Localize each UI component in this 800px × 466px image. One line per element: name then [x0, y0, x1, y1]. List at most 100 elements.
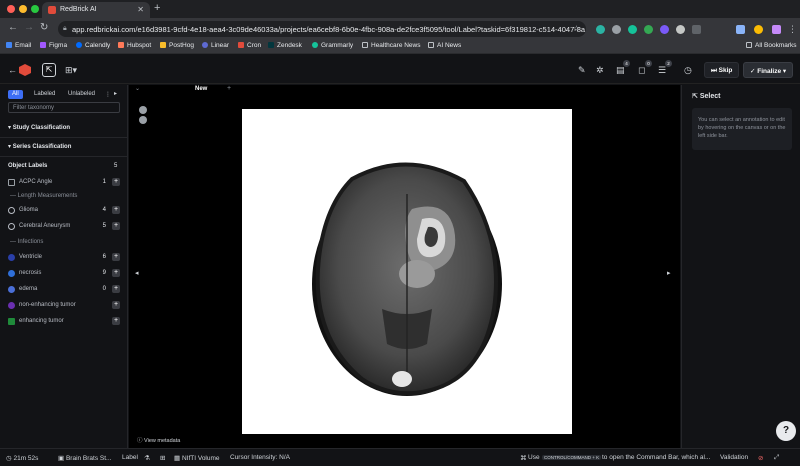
series-dropdown[interactable]: ⌄ [135, 85, 140, 92]
brush-icon[interactable]: ✎ [578, 65, 586, 76]
bookmark-email[interactable]: Email [6, 42, 31, 49]
extension-icon[interactable] [596, 25, 605, 34]
tab-all[interactable]: All [8, 90, 23, 99]
label-acpc-angle[interactable]: ACPC Angle 1 + [8, 178, 122, 188]
extensions-puzzle-icon[interactable] [692, 25, 701, 34]
browser-tab[interactable]: RedBrick AI ✕ [42, 2, 150, 18]
label-cerebral-aneurysm[interactable]: Cerebral Aneurysm 5 + [8, 222, 122, 232]
ct-slice-image[interactable] [242, 109, 572, 434]
image-viewer[interactable]: ⌄ New + ⓘ View metadata ◂ ▸ [129, 85, 680, 448]
add-label-button[interactable]: + [112, 285, 120, 293]
bookmark-calendly[interactable]: Calendly [76, 42, 110, 49]
close-tab-icon[interactable]: ✕ [137, 5, 144, 14]
cursor-tool-icon[interactable]: ⇱ [42, 63, 56, 77]
label-enhancing-tumor[interactable]: enhancing tumor + [8, 317, 122, 327]
timer: ◷ 21m 52s [6, 455, 39, 462]
browser-menu-icon[interactable]: ⋮ [788, 24, 797, 35]
add-label-button[interactable]: + [112, 301, 120, 309]
add-label-button[interactable]: + [112, 222, 120, 230]
study-classification-section[interactable]: ▾ Study Classification [8, 124, 70, 131]
email-icon [6, 42, 12, 48]
filter-taxonomy-input[interactable]: Filter taxonomy [8, 102, 120, 113]
layer-toggle-icon[interactable] [139, 106, 147, 114]
select-title: ⇱ Select [692, 93, 721, 100]
tab-more-icon[interactable]: ⋮ [101, 90, 115, 99]
taxonomy-panel: All Labeled Unlabeled ⋮ ▸ Filter taxonom… [0, 85, 137, 448]
validation-label[interactable]: Validation [720, 454, 748, 461]
back-icon[interactable]: ← [8, 22, 18, 33]
add-label-button[interactable]: + [112, 269, 120, 277]
tool-icon[interactable]: ⚗︎ [144, 454, 150, 462]
add-label-button[interactable]: + [112, 178, 120, 186]
redbrick-favicon-icon [48, 6, 56, 14]
add-label-button[interactable]: + [112, 253, 120, 261]
status-bar: ◷ 21m 52s ▣ Brain Brats St... Label ⚗︎ ⊞… [0, 448, 800, 466]
label-ventricle[interactable]: Ventricle 6 + [8, 253, 122, 263]
bookmark-linear[interactable]: Linear [202, 42, 229, 49]
finalize-button[interactable]: ✓ Finalize ▾ [743, 62, 794, 78]
add-view-icon[interactable]: + [227, 85, 231, 92]
grid-icon[interactable]: ⊞ [160, 454, 165, 462]
history-icon[interactable]: ◷ [684, 65, 692, 76]
tab-unlabeled[interactable]: Unlabeled [64, 90, 99, 99]
bookmark-star-icon[interactable]: ☆ [573, 24, 580, 33]
minimize-window-button[interactable] [19, 5, 27, 13]
reload-icon[interactable]: ↻ [40, 22, 48, 33]
issues-icon[interactable]: ◻ [638, 65, 645, 76]
close-window-button[interactable] [7, 5, 15, 13]
extension-icon[interactable] [612, 25, 621, 34]
side-panel-icon[interactable] [772, 25, 781, 34]
next-slice-icon[interactable]: ▸ [667, 269, 671, 277]
profile-avatar[interactable] [754, 25, 763, 34]
settings-icon[interactable]: ✲ [596, 65, 604, 76]
bookmark-grammarly[interactable]: Grammarly [312, 42, 353, 49]
layer-toggle-icon[interactable] [139, 116, 147, 124]
group-infections[interactable]: — Infections [8, 238, 122, 248]
tab-next-icon[interactable]: ▸ [114, 90, 117, 97]
layout-dropdown-icon[interactable]: ⊞▾ [65, 65, 77, 76]
group-length-measurements[interactable]: — Length Measurements [8, 192, 122, 202]
label-glioma[interactable]: Glioma 4 + [8, 206, 122, 216]
back-arrow-icon[interactable]: ← [8, 65, 17, 75]
bookmark-zendesk[interactable]: Zendesk [268, 42, 302, 49]
series-classification-section[interactable]: ▾ Series Classification [8, 143, 71, 150]
maximize-window-button[interactable] [31, 5, 39, 13]
new-tab-button[interactable]: + [154, 2, 160, 14]
use-label: Use [528, 454, 540, 461]
bookmark-figma[interactable]: Figma [40, 42, 67, 49]
bookmark-hubspot[interactable]: Hubspot [118, 42, 151, 49]
url-input[interactable]: 🔒︎ app.redbrickai.com/e16d3981-9cfd-4e18… [58, 21, 586, 37]
all-bookmarks[interactable]: All Bookmarks [746, 42, 797, 49]
tool-label: Label [122, 454, 138, 461]
comments-icon[interactable]: ▤ [616, 65, 625, 76]
folder-icon [362, 42, 368, 48]
help-button[interactable]: ? [776, 421, 796, 441]
previous-slice-icon[interactable]: ◂ [135, 269, 139, 277]
bookmark-ai-news[interactable]: AI News [428, 42, 461, 49]
view-metadata-link[interactable]: ⓘ View metadata [137, 436, 180, 444]
label-edema[interactable]: edema 0 + [8, 285, 122, 295]
label-necrosis[interactable]: necrosis 9 + [8, 269, 122, 279]
list-icon[interactable]: ☰ [658, 65, 666, 76]
bookmarks-bar: Email Figma Calendly Hubspot PostHog Lin… [0, 40, 800, 54]
validation-status-icon[interactable]: ⊘ [758, 454, 763, 462]
view-label[interactable]: New [195, 86, 207, 92]
bookmark-healthcare-news[interactable]: Healthcare News [362, 42, 421, 49]
skip-button[interactable]: ⏭ Skip [704, 62, 740, 78]
zendesk-icon [268, 42, 274, 48]
extension-icon[interactable] [644, 25, 653, 34]
download-icon[interactable] [736, 25, 745, 34]
extension-icon[interactable] [660, 25, 669, 34]
fullscreen-icon[interactable]: ⤢ [774, 454, 779, 462]
bookmark-posthog[interactable]: PostHog [160, 42, 194, 49]
forward-icon[interactable]: → [24, 22, 34, 33]
add-label-button[interactable]: + [112, 317, 120, 325]
add-label-button[interactable]: + [112, 206, 120, 214]
label-non-enhancing-tumor[interactable]: non-enhancing tumor + [8, 301, 122, 311]
hubspot-icon [118, 42, 124, 48]
grammarly-extension-icon[interactable] [628, 25, 637, 34]
tab-labeled[interactable]: Labeled [30, 90, 59, 99]
extension-icon[interactable] [676, 25, 685, 34]
select-hint-card: You can select an annotation to edit by … [692, 108, 792, 150]
bookmark-cron[interactable]: Cron [238, 42, 261, 49]
